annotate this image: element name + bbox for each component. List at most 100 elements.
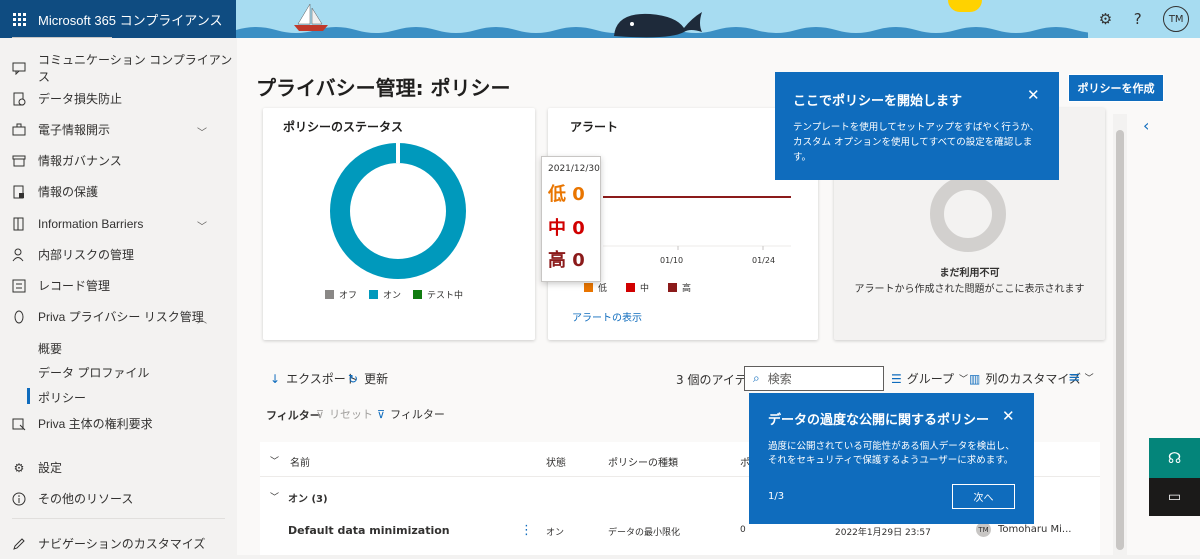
reset-label: リセット <box>329 408 374 421</box>
sun-icon <box>948 0 982 12</box>
reset-filter-button[interactable]: ⊽ リセット <box>316 406 373 422</box>
legend-label: 高 <box>682 284 692 294</box>
app-title[interactable]: Microsoft 365 コンプライアンス <box>38 10 222 29</box>
group-collapse-icon[interactable]: ﹀ <box>270 490 279 503</box>
card-title: ポリシーのステータス <box>283 120 404 134</box>
group-header[interactable]: オン (3) <box>288 490 328 505</box>
chevron-down-icon: ﹀ <box>959 375 969 385</box>
legend-swatch <box>668 283 677 292</box>
legend-label: オン <box>383 291 402 301</box>
legend-label: テスト中 <box>427 291 464 301</box>
nav-item-ediscovery[interactable]: 電子情報開示 ﹀ <box>0 114 237 145</box>
nav-subitem-policies[interactable]: ポリシー <box>38 389 86 406</box>
nav-item-more-resources[interactable]: その他のリソース <box>0 483 237 514</box>
nav-label: ナビゲーションのカスタマイズ <box>38 537 206 551</box>
add-filter-button[interactable]: ⊽ フィルター <box>377 406 445 422</box>
create-policy-button[interactable]: ポリシーを作成 <box>1068 74 1164 102</box>
nav-subitem-data-profile[interactable]: データ プロファイル <box>38 364 149 381</box>
nav-item-customize-navigation[interactable]: ナビゲーションのカスタマイズ <box>0 528 237 559</box>
view-options-button[interactable]: ≡ ﹀ <box>1068 368 1094 386</box>
customize-columns-button[interactable]: ▥ 列のカスタマイズ <box>969 370 1081 387</box>
select-all-chevron-icon[interactable]: ﹀ <box>270 454 279 467</box>
feedback-icon: ▭ <box>1167 489 1182 505</box>
nav-label: Priva 主体の権利要求 <box>38 417 153 431</box>
card-title: アラート <box>570 120 619 134</box>
nav-item-priva-subject-rights[interactable]: Priva 主体の権利要求 <box>0 408 237 439</box>
column-header-name[interactable]: 名前 <box>290 454 310 469</box>
export-label: エクスポート <box>286 372 358 386</box>
teaching-body: 過度に公開されている可能性がある個人データを検出し、それをセキュリティで保護する… <box>768 441 1015 466</box>
waffle-icon[interactable] <box>0 0 38 38</box>
group-button[interactable]: ☰ グループ ﹀ <box>891 370 968 387</box>
nav-label: Information Barriers <box>38 216 144 231</box>
legend-swatch <box>369 290 378 299</box>
left-navigation: コミュニケーション コンプライアンス データ損失防止 電子情報開示 ﹀ 情報ガバナ… <box>0 37 237 555</box>
nav-subitem-overview[interactable]: 概要 <box>38 340 62 357</box>
person-icon <box>12 248 26 262</box>
nav-item-settings[interactable]: ⚙ 設定 <box>0 452 237 483</box>
legend-test: テスト中 <box>413 288 463 301</box>
help-chat-button[interactable]: ☊ <box>1149 438 1200 478</box>
policy-name[interactable]: Default data minimization <box>288 524 450 537</box>
nav-item-info-protection[interactable]: 情報の保護 <box>0 176 237 207</box>
headset-icon: ☊ <box>1167 449 1182 467</box>
alerts-line-chart <box>603 196 791 250</box>
avatar[interactable]: TM <box>1163 6 1190 32</box>
nav-label: コミュニケーション コンプライアンス <box>38 52 233 84</box>
nav-label: 内部リスクの管理 <box>38 248 135 262</box>
next-button[interactable]: 次へ <box>952 484 1015 509</box>
view-alerts-link[interactable]: アラートの表示 <box>572 309 642 324</box>
legend-high: 高 <box>668 281 691 294</box>
legend-label: オフ <box>339 291 358 301</box>
refresh-button[interactable]: ↻ 更新 <box>348 370 388 387</box>
help-icon[interactable]: ? <box>1134 10 1142 28</box>
owner-avatar: TM <box>976 522 991 537</box>
search-placeholder: 検索 <box>767 372 792 386</box>
nav-label: 電子情報開示 <box>38 123 111 137</box>
legend-swatch <box>626 283 635 292</box>
filter-label: フィルター <box>266 409 321 422</box>
export-button[interactable]: ↓ エクスポート <box>270 370 358 387</box>
search-input[interactable]: ⌕ 検索 <box>744 366 884 391</box>
sailboat-icon <box>294 3 328 31</box>
more-options-icon[interactable]: ⋮ <box>520 523 533 538</box>
lock-doc-icon <box>12 185 26 199</box>
pencil-icon <box>12 537 26 551</box>
group-icon: ☰ <box>891 371 902 386</box>
tooltip-mid-value: 0 <box>572 218 585 239</box>
teaching-bubble-overexposure: データの過度な公開に関するポリシー ✕ 過度に公開されている可能性がある個人デー… <box>749 393 1034 524</box>
empty-donut-chart <box>930 176 1006 252</box>
barrier-icon <box>12 217 26 231</box>
chevron-down-icon[interactable]: ﹀ <box>197 124 207 139</box>
feedback-button[interactable]: ▭ <box>1149 478 1200 516</box>
close-icon[interactable]: ✕ <box>1002 407 1015 425</box>
tooltip-high-label: 高 <box>548 250 566 271</box>
nav-item-priva-privacy-risk[interactable]: Priva プライバシー リスク管理 ︿ <box>0 301 237 332</box>
tooltip-mid-label: 中 <box>548 218 566 239</box>
policy-status: オン <box>546 528 565 538</box>
brand-area: Microsoft 365 コンプライアンス <box>0 0 236 38</box>
nav-item-info-governance[interactable]: 情報ガバナンス <box>0 145 237 176</box>
column-header-status[interactable]: 状態 <box>546 454 566 469</box>
nav-item-dlp[interactable]: データ損失防止 <box>0 83 237 114</box>
nav-item-insider-risk[interactable]: 内部リスクの管理 <box>0 239 237 270</box>
nav-item-records[interactable]: レコード管理 <box>0 270 237 301</box>
filter-icon: ⊽ <box>377 407 386 421</box>
nav-label: レコード管理 <box>38 279 111 293</box>
chevron-left-icon[interactable]: ‹ <box>1143 116 1149 135</box>
column-header-type[interactable]: ポリシーの種類 <box>608 454 678 469</box>
close-icon[interactable]: ✕ <box>1027 86 1040 104</box>
nav-item-information-barriers[interactable]: Information Barriers ﹀ <box>0 208 237 239</box>
settings-icon[interactable]: ⚙ <box>1099 10 1112 28</box>
customize-columns-label: 列のカスタマイズ <box>985 372 1081 386</box>
header-actions: ⚙ ? TM <box>1088 0 1200 38</box>
info-icon <box>12 492 26 506</box>
tooltip-low: 低 0 <box>548 180 585 206</box>
chevron-up-icon[interactable]: ︿ <box>197 311 207 326</box>
search-icon: ⌕ <box>753 371 760 385</box>
chevron-down-icon[interactable]: ﹀ <box>197 218 207 233</box>
unavailable-title: まだ利用不可 <box>939 268 1000 279</box>
tooltip-high-value: 0 <box>572 250 585 271</box>
nav-item-communication-compliance[interactable]: コミュニケーション コンプライアンス <box>0 52 237 84</box>
scrollbar-thumb[interactable] <box>1116 130 1124 550</box>
